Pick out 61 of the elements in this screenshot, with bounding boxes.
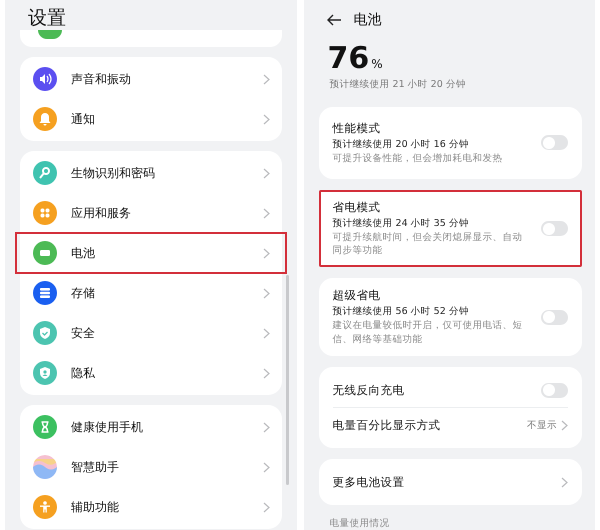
battery-estimate: 预计继续使用 21 小时 20 分钟 bbox=[328, 78, 467, 91]
gradient-circle-icon bbox=[33, 455, 57, 479]
toggle-switch[interactable] bbox=[541, 221, 568, 236]
item-label: 存储 bbox=[71, 284, 96, 302]
item-label: 声音和振动 bbox=[71, 70, 132, 88]
settings-item[interactable]: 应用和服务 bbox=[20, 193, 282, 233]
settings-item[interactable]: 生物识别和密码 bbox=[20, 153, 282, 193]
battery-percentage: 76 bbox=[328, 40, 370, 76]
toggle-switch[interactable] bbox=[541, 382, 568, 398]
item-label: 智慧助手 bbox=[71, 458, 120, 476]
mode-title: 性能模式 bbox=[332, 120, 382, 136]
back-arrow-icon[interactable] bbox=[326, 14, 342, 26]
item-label: 隐私 bbox=[71, 364, 96, 382]
item-label: 应用和服务 bbox=[71, 204, 132, 222]
settings-item[interactable]: 智慧助手 bbox=[20, 447, 282, 487]
mode-estimate: 预计继续使用 20 小时 16 分钟 bbox=[332, 138, 470, 151]
item-label: 安全 bbox=[71, 324, 96, 342]
item-label: 辅助功能 bbox=[71, 498, 120, 516]
chevron-right-icon bbox=[262, 328, 270, 338]
chevron-right-icon bbox=[561, 476, 568, 488]
chevron-right-icon bbox=[262, 208, 270, 218]
chevron-right-icon bbox=[262, 248, 270, 258]
item-label: 健康使用手机 bbox=[71, 418, 144, 436]
item-label: 生物识别和密码 bbox=[71, 164, 156, 182]
page-title: 电池 bbox=[354, 11, 382, 30]
settings-item[interactable]: 电池 bbox=[16, 233, 286, 273]
mode-estimate: 预计继续使用 24 小时 35 分钟 bbox=[332, 216, 470, 230]
app-icon bbox=[38, 30, 62, 39]
mode-description: 可提升设备性能，但会增加耗电和发热 bbox=[332, 152, 504, 165]
settings-item[interactable]: 安全 bbox=[20, 313, 282, 353]
settings-item[interactable]: 通知 bbox=[20, 99, 282, 139]
chevron-right-icon bbox=[262, 288, 270, 298]
chevron-right-icon bbox=[262, 502, 270, 512]
chevron-right-icon bbox=[561, 420, 568, 430]
chevron-right-icon bbox=[262, 422, 270, 432]
percent-unit: % bbox=[371, 56, 383, 71]
chevron-right-icon bbox=[262, 74, 270, 84]
mode-title: 省电模式 bbox=[332, 200, 382, 215]
setting-label: 更多电池设置 bbox=[332, 474, 406, 490]
mode-description: 可提升续航时间，但会关闭熄屏显示、自动同步等功能 bbox=[332, 230, 524, 258]
chevron-right-icon bbox=[262, 168, 270, 178]
settings-item[interactable]: 隐私 bbox=[20, 353, 282, 393]
item-label: 电池 bbox=[71, 244, 96, 262]
setting-label: 电量百分比显示方式 bbox=[332, 418, 442, 432]
chevron-right-icon bbox=[262, 368, 270, 378]
section-header: 电量使用情况 bbox=[328, 517, 390, 530]
mode-title: 超级省电 bbox=[332, 288, 382, 304]
settings-item[interactable]: 声音和振动 bbox=[20, 59, 282, 99]
item-label: 通知 bbox=[71, 110, 96, 128]
toggle-switch[interactable] bbox=[541, 310, 568, 325]
mode-estimate: 预计继续使用 56 小时 52 分钟 bbox=[332, 305, 470, 318]
settings-item[interactable]: 辅助功能 bbox=[20, 487, 282, 527]
setting-label: 无线反向充电 bbox=[332, 382, 406, 398]
chevron-right-icon bbox=[262, 462, 270, 472]
toggle-switch[interactable] bbox=[541, 135, 568, 150]
settings-item[interactable]: 健康使用手机 bbox=[20, 407, 282, 447]
mode-description: 建议在电量较低时开启，仅可使用电话、短信、网络等基础功能 bbox=[332, 319, 524, 346]
chevron-right-icon bbox=[262, 114, 270, 124]
setting-value: 不显示 bbox=[527, 418, 557, 432]
settings-item[interactable]: 存储 bbox=[20, 273, 282, 313]
page-title: 设置 bbox=[27, 6, 67, 30]
